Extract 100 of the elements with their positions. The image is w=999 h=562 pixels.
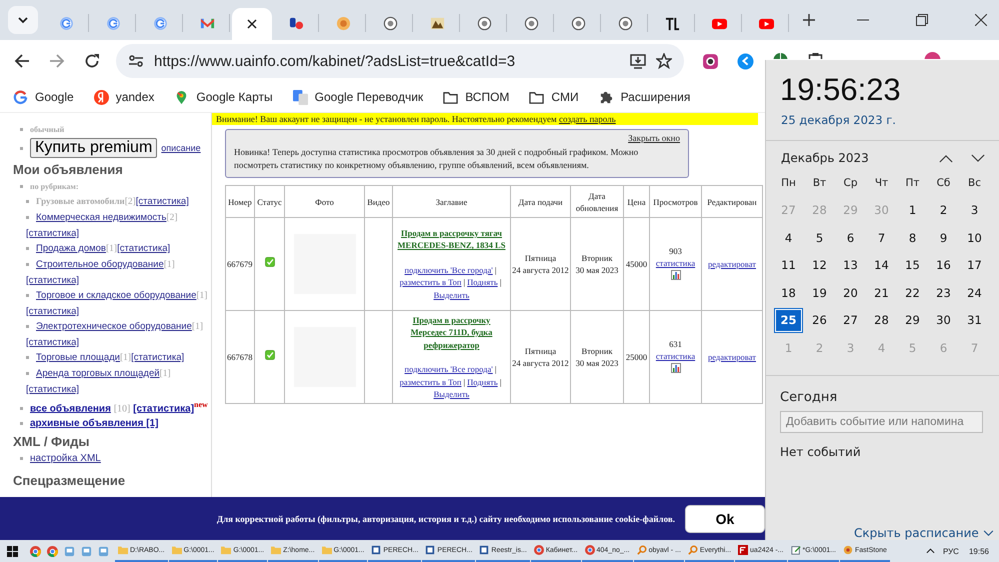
bar-chart-icon[interactable] [670,362,680,373]
forward-icon[interactable] [49,53,65,69]
calendar-day[interactable]: 24 [959,279,990,306]
calendar-day[interactable]: 23 [928,279,959,306]
calendar-day[interactable]: 10 [959,224,990,252]
chrome-icon[interactable] [47,546,58,556]
category-link[interactable]: Коммерческая недвижимость [36,212,166,223]
statistics-link[interactable]: [статистика] [117,243,170,254]
xml-settings-link[interactable]: настройка XML [30,453,101,464]
calendar-day[interactable]: 18 [773,279,804,306]
ad-action-link[interactable]: подключить 'Все города' [404,364,493,374]
calendar-day[interactable]: 17 [959,252,990,279]
category-link[interactable]: Продажа домов [36,243,106,254]
statistics-link[interactable]: [статистика] [26,306,80,317]
buy-premium-button[interactable]: Купить premium [30,138,158,158]
chevron-up-icon[interactable] [939,154,953,162]
bookmark[interactable]: СМИ [529,90,579,104]
calendar-day[interactable]: 16 [928,252,959,279]
windows-icon[interactable] [7,546,18,556]
calendar-day[interactable]: 25 [774,308,803,333]
calendar-day[interactable]: 1 [897,196,928,224]
ad-title-link[interactable]: Продам в рассрочку Мерседес 711D, будка рефрижератор [394,314,509,351]
archive-link[interactable]: архивные объявления [1] [30,418,158,430]
ad-action-link[interactable]: разместить в Топ [400,277,462,288]
tab-list-button[interactable] [8,6,38,34]
bookmark[interactable]: Google Карты [174,90,273,104]
sliders-icon[interactable] [128,53,144,69]
calendar-day[interactable]: 11 [773,252,804,279]
calendar-day[interactable]: 5 [804,224,835,252]
statistics-link[interactable]: [статистика] [136,196,189,207]
reload-icon[interactable] [84,53,100,69]
plus-icon[interactable] [803,14,815,26]
ad-action-link[interactable]: Выделить [434,389,470,399]
ad-action-link[interactable]: разместить в Топ [400,376,462,386]
category-link[interactable]: Аренда торговых площадей [36,368,160,379]
caret-up-icon[interactable] [926,548,935,554]
ad-action-link[interactable]: Поднять [467,277,498,288]
statistics-link[interactable]: [статистика] [26,275,80,286]
bookmark[interactable]: Расширения [598,90,690,104]
statistics-link[interactable]: [статистика] [26,228,80,239]
statistics-link[interactable]: [статистика] [133,403,194,414]
calendar-day[interactable]: 26 [804,306,835,334]
calendar-day[interactable]: 30 [928,306,959,334]
create-password-link[interactable]: создать пароль [558,114,616,124]
calendar-day[interactable]: 28 [866,306,897,334]
bookmark[interactable]: yandex [94,90,154,104]
app-icon[interactable] [98,546,109,556]
hide-schedule-link[interactable]: Скрыть расписание [854,526,994,540]
calendar-day[interactable]: 6 [835,224,866,252]
edit-link[interactable]: редактироват [708,352,756,362]
calendar-day[interactable]: 3 [959,196,990,224]
statistics-link[interactable]: [статистика] [131,352,184,363]
event-input-field[interactable]: Добавить событие или напомина [780,410,983,432]
calendar-day[interactable]: 14 [866,252,897,279]
category-link[interactable]: Электротехническое оборудование [36,321,192,332]
statistics-link[interactable]: статистика [656,258,696,268]
statistics-link[interactable]: статистика [656,351,696,362]
install-icon[interactable] [630,53,646,69]
date-link[interactable]: 25 декабря 2023 г. [766,108,999,127]
chevron-down-icon[interactable] [971,154,985,162]
statistics-link[interactable]: [статистика] [26,384,80,395]
calendar-day[interactable]: 27 [835,306,866,334]
calendar-day[interactable]: 8 [897,224,928,252]
calendar-day[interactable]: 15 [897,252,928,279]
category-link[interactable]: Торговые площади [36,352,120,363]
ok-button[interactable]: Ok [685,504,765,532]
app-icon[interactable] [64,546,75,556]
calendar-day[interactable]: 19 [804,279,835,306]
ad-action-link[interactable]: подключить 'Все города' [404,264,493,275]
bar-chart-icon[interactable] [670,270,680,280]
calendar-day[interactable]: 4 [773,224,804,252]
description-link[interactable]: описание [161,140,201,156]
category-link[interactable]: Строительное оборудование [36,259,164,270]
back-icon[interactable] [14,53,30,69]
calendar-day[interactable]: 22 [897,279,928,306]
category-link[interactable]: Торговое и складское оборудование [36,290,196,301]
close-icon[interactable] [975,14,987,26]
bookmark[interactable]: ВСПОМ [443,90,510,104]
close-icon[interactable] [247,19,257,29]
language-indicator[interactable]: РУС [942,546,959,556]
bookmark[interactable]: Google [13,90,74,104]
avatar-icon[interactable] [924,52,941,59]
url-text[interactable]: https://www.uainfo.com/kabinet/?adsList=true&catId=3 [154,52,620,70]
close-window-link[interactable]: Закрыть окно [628,133,680,143]
taskbar-clock[interactable]: 19:56 [968,546,989,556]
clipboard-icon[interactable] [807,52,824,59]
calendar-day[interactable]: 13 [835,252,866,279]
ad-action-link[interactable]: Поднять [467,376,498,386]
ad-title-link[interactable]: Продам в рассрочку тягач MERCEDES-BENZ, 1834 LS [394,226,509,252]
all-ads-link[interactable]: все объявления [30,403,111,414]
statistics-link[interactable]: [статистика] [26,337,80,348]
calendar-day[interactable]: 12 [804,252,835,279]
camera-icon[interactable] [702,52,719,70]
app-icon[interactable] [81,546,92,556]
calendar-day[interactable]: 20 [835,279,866,306]
star-icon[interactable] [656,53,672,69]
calendar-day[interactable]: 9 [928,224,959,252]
calendar-day[interactable]: 21 [866,279,897,306]
chrome-icon[interactable] [30,546,41,556]
address-bar[interactable]: https://www.uainfo.com/kabinet/?adsList=true&catId=3 [116,44,684,78]
